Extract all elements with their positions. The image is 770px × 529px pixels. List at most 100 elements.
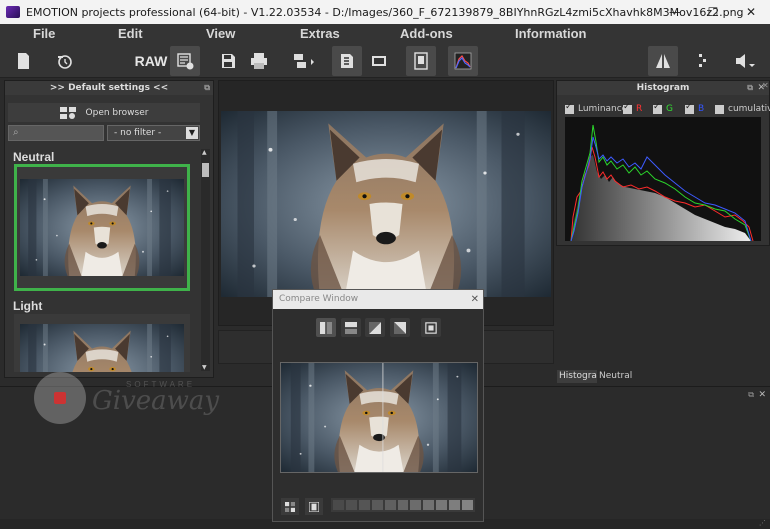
compare-window-titlebar[interactable]: Compare Window ✕: [273, 290, 483, 309]
window-title: EMOTION projects professional (64-bit) -…: [26, 5, 744, 19]
more-options-button[interactable]: [687, 46, 717, 76]
green-label: G: [666, 104, 673, 114]
chevron-down-icon[interactable]: ▼: [186, 127, 198, 139]
open-browser-button[interactable]: Open browser: [8, 103, 200, 122]
compare-split-vertical-button[interactable]: [316, 318, 336, 337]
cumulative-label: cumulative: [728, 104, 770, 114]
compare-diagonal-button[interactable]: [365, 318, 385, 337]
print-button[interactable]: [244, 46, 274, 76]
histogram-title: Histogram: [636, 83, 690, 93]
presets-panel: >> Default settings << ⧉ Open browser ⌕ …: [4, 80, 214, 378]
history-icon: [58, 55, 72, 69]
grid-icon: [285, 501, 295, 512]
checkbox-cumulative[interactable]: cumulative: [715, 104, 770, 114]
history-button[interactable]: [50, 46, 80, 76]
document-icon: [18, 53, 29, 69]
pin-icon[interactable]: ⧉: [747, 81, 753, 95]
compare-close-button[interactable]: ✕: [471, 290, 479, 309]
resize-grip-icon[interactable]: ⋰: [759, 519, 766, 527]
split-view-icon: [656, 54, 670, 68]
luminance-area: [571, 155, 751, 241]
browser-icon: [59, 106, 76, 119]
save-icon: [222, 54, 235, 68]
histogram-panel: Histogram ⧉ ✕ Luminance R G B cumulative: [556, 80, 770, 246]
split-view-button[interactable]: [648, 46, 678, 76]
menu-edit[interactable]: Edit: [118, 26, 143, 41]
info-button[interactable]: [406, 46, 436, 76]
compare-mode-b-button[interactable]: [305, 498, 323, 515]
compare-filmstrip-slider[interactable]: [331, 498, 475, 512]
presets-button[interactable]: [332, 46, 362, 76]
checkbox-red[interactable]: R: [623, 102, 643, 114]
menu-extras[interactable]: Extras: [300, 26, 340, 41]
wolf-thumbnail-light: [20, 324, 184, 372]
compare-mode-a-button[interactable]: [281, 498, 299, 515]
checkbox-luminance[interactable]: Luminance: [565, 102, 628, 114]
filter-select[interactable]: - no filter - ▼: [107, 125, 200, 141]
scroll-down-icon[interactable]: ▼: [202, 364, 207, 371]
search-icon: ⌕: [13, 127, 19, 138]
blue-label: B: [698, 104, 705, 114]
menu-view[interactable]: View: [206, 26, 235, 41]
print-icon: [251, 53, 267, 69]
export-icon: [294, 54, 314, 68]
checkbox-box[interactable]: [685, 102, 694, 114]
open-browser-label: Open browser: [85, 107, 149, 118]
split-horizontal-icon: [345, 321, 357, 334]
compare-window-title: Compare Window: [279, 294, 359, 304]
minimize-button[interactable]: —: [656, 0, 694, 24]
compare-diagonal-reverse-button[interactable]: [390, 318, 410, 337]
preset-thumb-neutral[interactable]: [14, 164, 190, 291]
checkbox-green[interactable]: G: [653, 102, 673, 114]
compare-image: [281, 363, 477, 472]
compare-zoom-button[interactable]: [421, 318, 441, 337]
pin-icon[interactable]: ⧉: [204, 81, 210, 95]
pin-icon[interactable]: ✕: [762, 81, 769, 90]
preset-label-light: Light: [13, 299, 43, 313]
scrollbar-thumb[interactable]: [202, 163, 209, 177]
checkbox-box[interactable]: [653, 102, 662, 114]
close-icon[interactable]: ✕: [758, 390, 766, 400]
window-controls: — ☐ ✕: [656, 0, 770, 24]
gift-icon: [54, 392, 66, 404]
close-button[interactable]: ✕: [732, 0, 770, 24]
raw-button[interactable]: RAW: [135, 46, 168, 76]
main-image: [221, 111, 551, 297]
export-button[interactable]: [286, 46, 322, 76]
compare-preview[interactable]: [280, 362, 478, 473]
checkbox-box[interactable]: [565, 102, 574, 114]
compare-split-horizontal-button[interactable]: [341, 318, 361, 337]
save-button[interactable]: [213, 46, 243, 76]
pin-icon[interactable]: ⧉: [748, 390, 754, 400]
preset-thumb-light[interactable]: [14, 314, 190, 372]
settings-button[interactable]: [170, 46, 200, 76]
presets-icon: [341, 54, 353, 68]
histogram-icon: [454, 52, 472, 70]
checkbox-box[interactable]: [715, 104, 724, 114]
checkbox-box[interactable]: [623, 102, 632, 114]
speaker-dropdown-icon: [736, 54, 755, 68]
panel-icon: [309, 501, 319, 512]
histogram-graph: [565, 117, 761, 241]
maximize-button[interactable]: ☐: [694, 0, 732, 24]
menu-file[interactable]: File: [33, 26, 55, 41]
view-dropdown-button[interactable]: [728, 46, 762, 76]
checkbox-blue[interactable]: B: [685, 102, 705, 114]
menu-bar: File Edit View Extras Add-ons Informatio…: [0, 24, 770, 44]
preset-label-neutral: Neutral: [13, 150, 55, 164]
scroll-up-icon[interactable]: ▲: [202, 149, 207, 156]
new-document-button[interactable]: [8, 46, 38, 76]
menu-add-ons[interactable]: Add-ons: [400, 26, 453, 41]
presets-scrollbar[interactable]: ▲ ▼: [201, 149, 210, 371]
luminance-label: Luminance: [578, 104, 628, 114]
crop-button[interactable]: [364, 46, 394, 76]
preset-search-input[interactable]: ⌕: [8, 125, 104, 141]
presets-panel-title: >> Default settings <<: [49, 83, 169, 93]
red-label: R: [636, 104, 643, 114]
menu-information[interactable]: Information: [515, 26, 587, 41]
settings-list-icon: [177, 53, 194, 70]
histogram-button[interactable]: [448, 46, 478, 76]
diagonal-reverse-icon: [394, 321, 406, 334]
watermark-giveaway: Giveaway: [92, 386, 220, 416]
tab-neutral[interactable]: Neutral: [597, 370, 635, 383]
